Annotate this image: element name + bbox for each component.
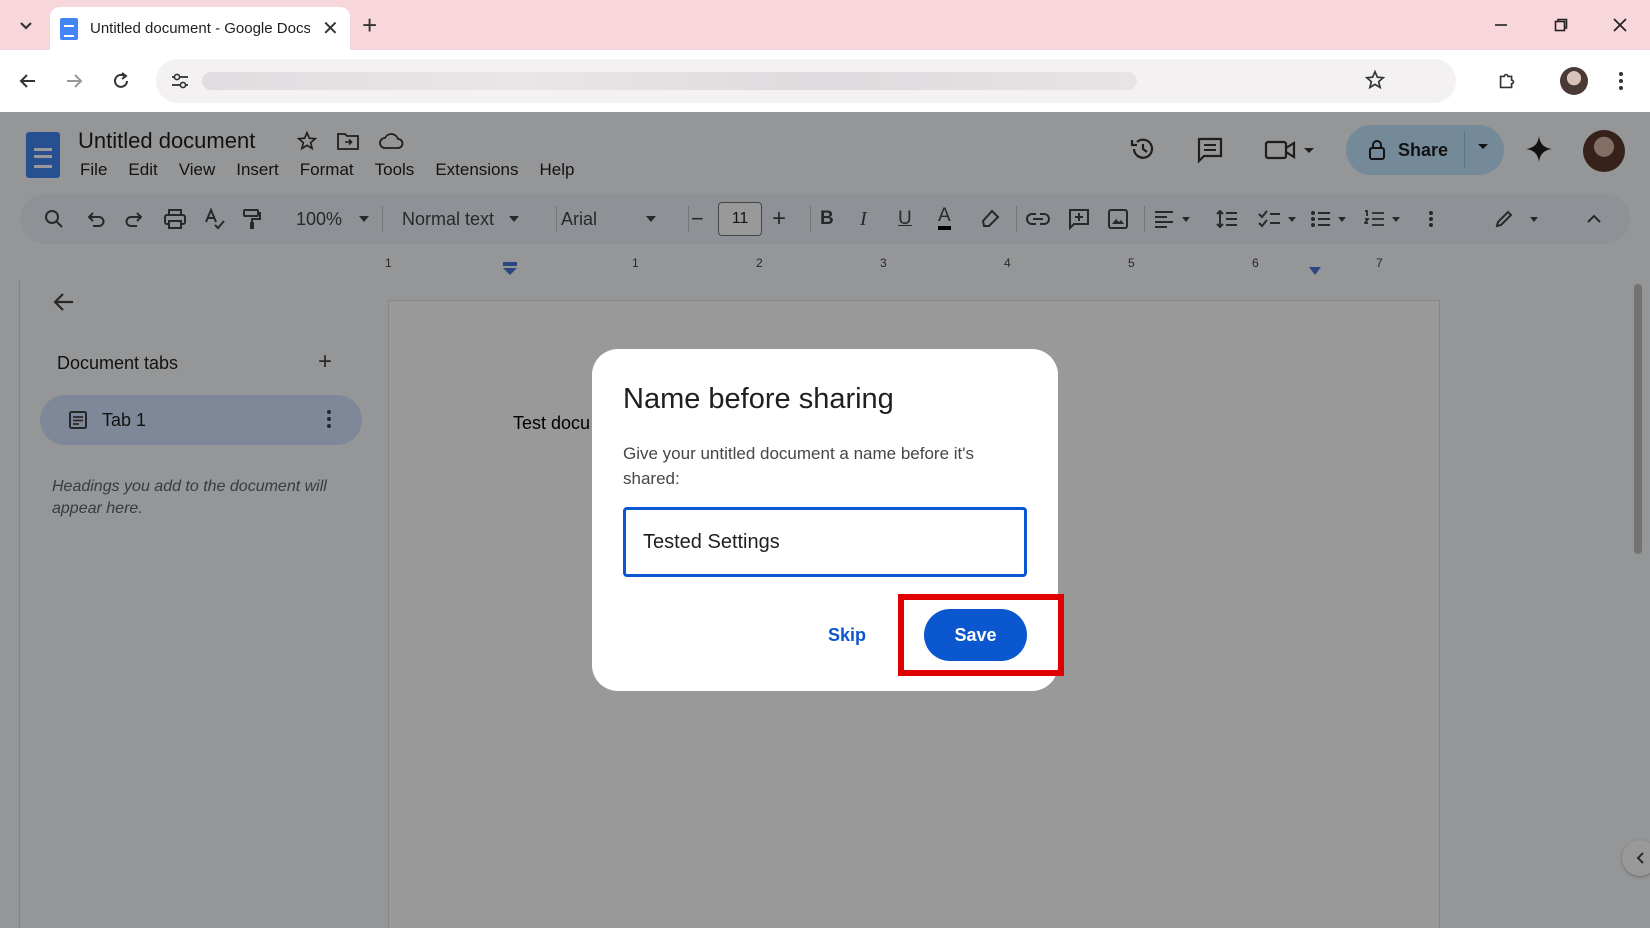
document-name-input[interactable] — [623, 507, 1027, 577]
close-tab-icon[interactable]: ✕ — [322, 19, 339, 39]
arrow-left-icon — [19, 74, 35, 88]
browser-tab-strip: Untitled document - Google Docs ✕ + — [0, 0, 1650, 50]
browser-menu-button[interactable] — [1604, 64, 1638, 98]
skip-button[interactable]: Skip — [828, 617, 866, 653]
browser-tab[interactable]: Untitled document - Google Docs ✕ — [50, 7, 350, 50]
puzzle-icon — [1499, 73, 1515, 89]
profile-avatar — [1560, 67, 1588, 95]
dialog-title: Name before sharing — [623, 383, 894, 415]
arrow-right-icon — [67, 74, 83, 88]
more-vert-icon — [1619, 72, 1623, 90]
chevron-down-icon — [20, 22, 32, 30]
browser-toolbar — [0, 50, 1650, 112]
browser-tab-title: Untitled document - Google Docs — [90, 20, 310, 37]
reload-icon — [114, 72, 128, 88]
address-bar[interactable] — [156, 59, 1456, 103]
reload-button[interactable] — [104, 64, 138, 98]
back-button[interactable] — [11, 64, 45, 98]
bookmark-star-icon[interactable] — [1364, 69, 1386, 96]
restore-window-button[interactable] — [1546, 12, 1576, 38]
dialog-description: Give your untitled document a name befor… — [623, 444, 974, 488]
url-text-blurred — [202, 72, 1137, 90]
new-tab-button[interactable]: + — [362, 12, 377, 38]
site-settings-icon[interactable] — [168, 69, 192, 93]
forward-button[interactable] — [57, 64, 91, 98]
extensions-button[interactable] — [1490, 64, 1524, 98]
minimize-icon — [1495, 24, 1507, 26]
minimize-window-button[interactable] — [1486, 12, 1516, 38]
restore-icon — [1554, 18, 1568, 32]
close-icon — [1613, 18, 1627, 32]
profile-button[interactable] — [1557, 64, 1591, 98]
google-docs-favicon-icon — [60, 17, 78, 40]
save-button-highlight — [898, 594, 1064, 676]
tab-search-button[interactable] — [10, 10, 42, 42]
close-window-button[interactable] — [1605, 12, 1635, 38]
